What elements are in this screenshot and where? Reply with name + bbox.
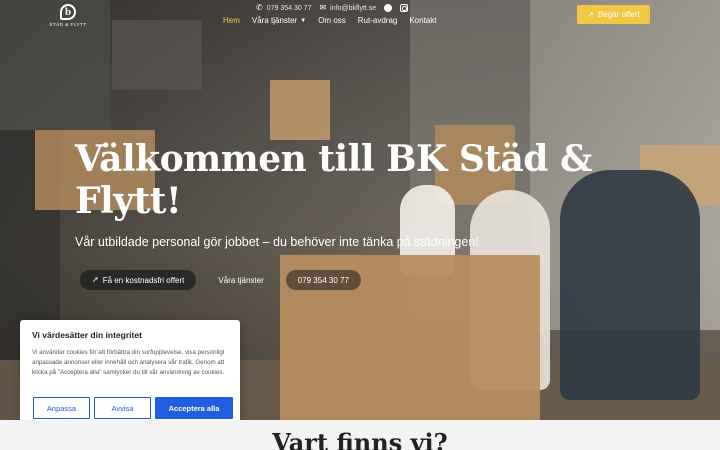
email-link[interactable]: ✉ info@bkflytt.se [319, 4, 376, 12]
hero-subtitle: Vår utbildade personal gör jobbet – du b… [75, 235, 479, 249]
rocket-icon: ➚ [587, 9, 595, 19]
chevron-down-icon: ▼ [300, 17, 307, 24]
nav-item-kontakt[interactable]: Kontakt [409, 16, 436, 25]
site-header: b STÄD & FLYTT ✆ 079 354 30 77 ✉ info@bk… [0, 0, 720, 36]
main-nav: Hem Våra tjänster ▼ Om oss Rut-avdrag Kon… [223, 16, 436, 25]
logo-text: STÄD & FLYTT [49, 22, 87, 27]
facebook-icon[interactable] [384, 4, 393, 12]
call-button[interactable]: 079 354 30 77 [285, 270, 361, 290]
background-box [270, 80, 330, 140]
cookie-consent-banner: Vi värdesätter din integritet Vi använde… [20, 320, 240, 428]
envelope-icon: ✉ [319, 3, 327, 12]
request-quote-button[interactable]: ➚ Begär offert [577, 5, 650, 24]
phone-icon: ✆ [256, 3, 263, 12]
nav-item-hem[interactable]: Hem [223, 16, 240, 25]
phone-link[interactable]: ✆ 079 354 30 77 [256, 4, 311, 12]
nav-item-rut-avdrag[interactable]: Rut-avdrag [358, 16, 398, 25]
free-quote-button[interactable]: ➚ Få en kostnadsfri offert [80, 270, 197, 290]
site-logo[interactable]: b STÄD & FLYTT [50, 4, 86, 32]
reject-cookies-button[interactable]: Avvisa [94, 397, 151, 419]
nav-item-vara-tjanster[interactable]: Våra tjänster ▼ [252, 16, 306, 25]
instagram-icon[interactable] [400, 4, 409, 12]
logo-mark: b [60, 4, 76, 20]
hero-buttons: ➚ Få en kostnadsfri offert Våra tjänster… [80, 270, 361, 290]
nav-item-om-oss[interactable]: Om oss [318, 16, 346, 25]
customize-cookies-button[interactable]: Anpassa [33, 397, 90, 419]
accept-all-cookies-button[interactable]: Acceptera alla [155, 397, 233, 419]
hero-title: Välkommen till BK Städ & Flytt! [75, 138, 592, 222]
rocket-icon: ➚ [92, 275, 99, 284]
email-address: info@bkflytt.se [330, 4, 377, 12]
cookie-text: Vi använder cookies för att förbättra di… [32, 349, 225, 376]
phone-number: 079 354 30 77 [266, 4, 312, 12]
topbar: ✆ 079 354 30 77 ✉ info@bkflytt.se [256, 2, 409, 14]
services-button[interactable]: Våra tjänster [206, 270, 275, 290]
cookie-title: Vi värdesätter din integritet [32, 330, 142, 340]
cookie-buttons: Anpassa Avvisa Acceptera alla [33, 397, 233, 419]
location-section-title: Vart finns vi? [272, 428, 448, 450]
